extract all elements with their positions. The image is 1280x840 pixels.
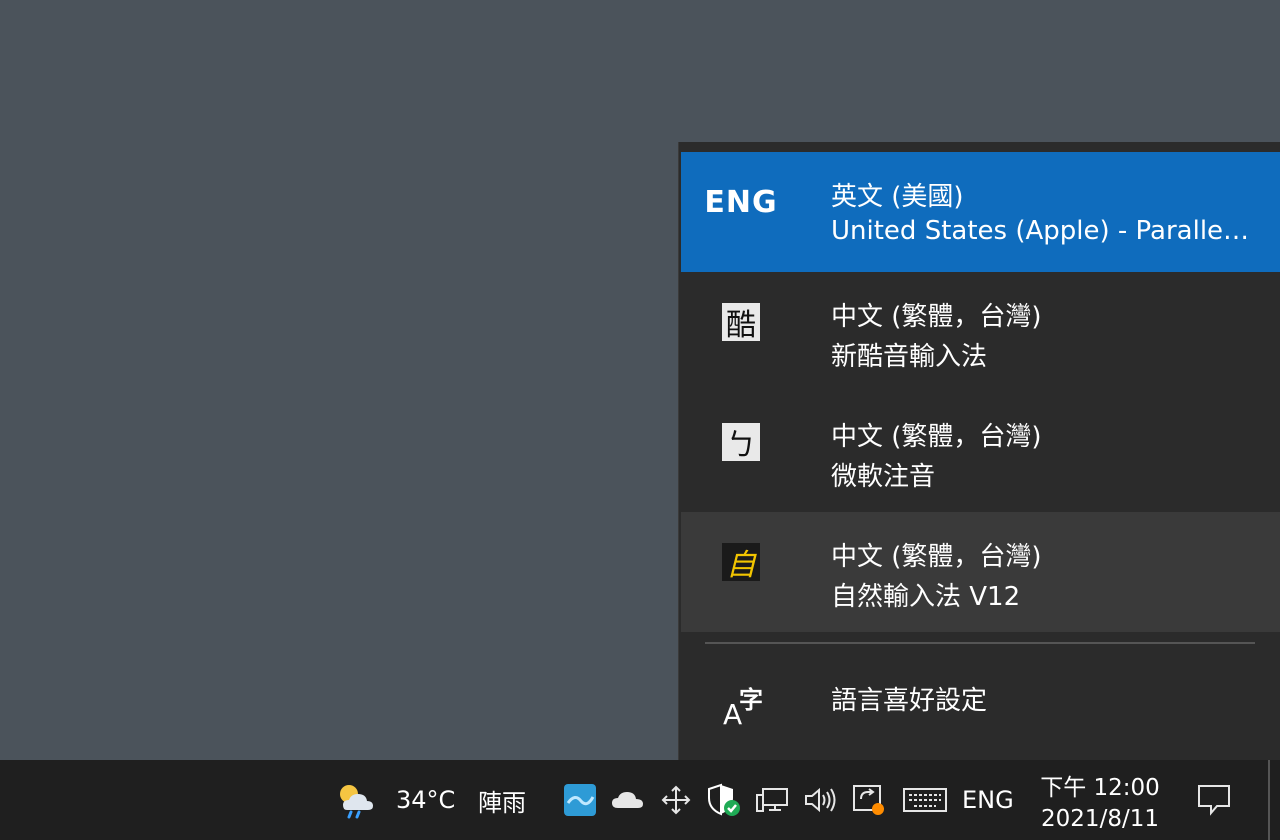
touch-keyboard-icon[interactable] bbox=[900, 760, 950, 840]
input-language-indicator[interactable]: ENG bbox=[962, 760, 1014, 840]
input-method-name: 新酷音輸入法 bbox=[831, 342, 988, 372]
sync-update-icon[interactable] bbox=[848, 760, 888, 840]
language-item-microsoft-bopomofo[interactable]: ㄅ 中文 (繁體，台灣) 微軟注音 bbox=[681, 392, 1280, 512]
language-preferences-link[interactable]: A 字 語言喜好設定 bbox=[681, 652, 1280, 752]
network-icon[interactable] bbox=[752, 760, 792, 840]
input-method-name: 自然輸入法 V12 bbox=[831, 582, 1021, 612]
language-item-eng[interactable]: ENG 英文 (美國) United States (Apple) - Para… bbox=[681, 152, 1280, 272]
natural-input-icon: 自 bbox=[721, 542, 761, 583]
language-preferences-label: 語言喜好設定 bbox=[831, 686, 988, 716]
new-chewing-icon: 酷 bbox=[721, 302, 761, 343]
taskbar: 34°C 陣雨 ENG 下午 12:00 2021/8/11 bbox=[0, 760, 1280, 840]
language-settings-icon: A 字 bbox=[723, 686, 763, 731]
language-name: 中文 (繁體，台灣) bbox=[831, 422, 1042, 452]
onedrive-cloud-icon[interactable] bbox=[608, 760, 648, 840]
move-arrows-icon[interactable] bbox=[656, 760, 696, 840]
input-language-flyout: ENG 英文 (美國) United States (Apple) - Para… bbox=[678, 142, 1280, 760]
input-method-name: 微軟注音 bbox=[831, 462, 936, 492]
show-desktop-edge[interactable] bbox=[1268, 760, 1270, 840]
eng-language-icon: ENG bbox=[704, 184, 778, 220]
security-shield-icon[interactable] bbox=[704, 760, 744, 840]
taskbar-clock[interactable]: 下午 12:00 2021/8/11 bbox=[1030, 764, 1170, 836]
language-name: 中文 (繁體，台灣) bbox=[831, 302, 1042, 332]
weather-temperature[interactable]: 34°C bbox=[396, 760, 455, 840]
language-name: 英文 (美國) bbox=[831, 182, 964, 212]
notification-center-icon[interactable] bbox=[1192, 760, 1236, 840]
language-item-natural-input[interactable]: 自 中文 (繁體，台灣) 自然輸入法 V12 bbox=[681, 512, 1280, 632]
weather-rain-icon[interactable] bbox=[334, 760, 380, 840]
clock-time: 下午 12:00 bbox=[1040, 775, 1160, 801]
menu-divider bbox=[705, 642, 1255, 644]
bopomofo-icon: ㄅ bbox=[721, 422, 761, 463]
app-tray-icon[interactable] bbox=[560, 760, 600, 840]
language-name: 中文 (繁體，台灣) bbox=[831, 542, 1042, 572]
language-item-new-chewing[interactable]: 酷 中文 (繁體，台灣) 新酷音輸入法 bbox=[681, 272, 1280, 392]
volume-icon[interactable] bbox=[800, 760, 840, 840]
clock-date: 2021/8/11 bbox=[1041, 806, 1159, 832]
weather-condition[interactable]: 陣雨 bbox=[478, 760, 526, 840]
keyboard-layout-name: United States (Apple) - Parallels (Mac) bbox=[831, 216, 1251, 246]
